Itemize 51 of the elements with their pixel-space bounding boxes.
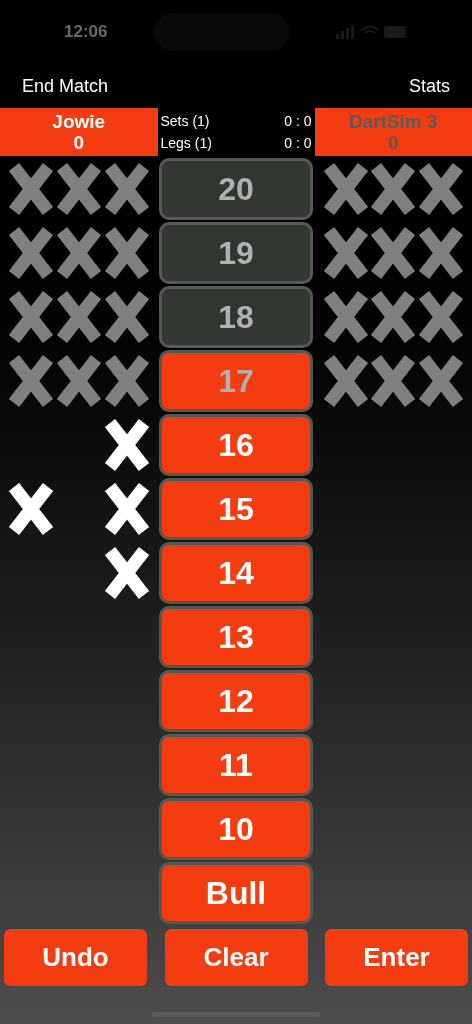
player-name: DartSim 3 bbox=[348, 111, 438, 132]
cross-mark-icon bbox=[103, 225, 150, 281]
status-time: 12:06 bbox=[64, 21, 108, 44]
cross-mark-icon bbox=[322, 353, 369, 409]
action-button[interactable]: Enter bbox=[325, 929, 468, 986]
cross-mark-icon bbox=[55, 289, 102, 345]
cross-mark-icon bbox=[8, 289, 54, 345]
cross-mark-icon bbox=[55, 161, 102, 217]
cross-mark-icon bbox=[8, 353, 54, 409]
target-number-button[interactable]: 12 bbox=[159, 670, 313, 732]
cross-mark-icon bbox=[103, 353, 150, 409]
cross-mark-icon bbox=[370, 161, 417, 217]
cross-mark-icon bbox=[103, 289, 150, 345]
cross-mark-icon bbox=[8, 161, 54, 217]
cross-mark-icon bbox=[322, 161, 369, 217]
cross-mark-icon bbox=[418, 225, 464, 281]
cross-mark-icon bbox=[8, 481, 54, 537]
match-format-label: Legs (1) bbox=[160, 134, 212, 152]
action-button[interactable]: Undo bbox=[4, 929, 147, 986]
player-score: 0 bbox=[387, 132, 399, 153]
status-icons-drawing bbox=[336, 25, 408, 39]
target-number-button[interactable]: 15 bbox=[159, 478, 313, 540]
cross-mark-icon bbox=[103, 417, 150, 473]
cross-mark-icon bbox=[322, 289, 369, 345]
cross-mark-icon bbox=[418, 289, 464, 345]
cross-mark-icon bbox=[370, 225, 417, 281]
stats-button[interactable]: Stats bbox=[408, 72, 450, 100]
match-score: 0 : 0 bbox=[284, 134, 312, 152]
target-number-button[interactable]: 13 bbox=[159, 606, 313, 668]
cross-mark-icon bbox=[322, 225, 369, 281]
target-number-button[interactable]: 10 bbox=[159, 798, 313, 860]
cross-mark-icon bbox=[103, 545, 150, 601]
action-button[interactable]: Clear bbox=[164, 929, 308, 986]
cross-mark-icon bbox=[103, 481, 150, 537]
cross-mark-icon bbox=[370, 289, 417, 345]
cross-mark-icon bbox=[418, 353, 464, 409]
target-number-button[interactable]: 11 bbox=[159, 734, 313, 796]
target-number-button[interactable]: 16 bbox=[159, 414, 313, 476]
player-name: Jowie bbox=[52, 111, 106, 132]
player-score: 0 bbox=[73, 132, 85, 153]
cross-mark-icon bbox=[55, 225, 102, 281]
cross-mark-icon bbox=[418, 161, 464, 217]
cross-mark-icon bbox=[103, 161, 150, 217]
target-number-button[interactable]: Bull bbox=[159, 862, 313, 924]
end-match-button[interactable]: End Match bbox=[22, 72, 109, 100]
match-format-label: Sets (1) bbox=[160, 112, 210, 130]
cross-mark-icon bbox=[8, 225, 54, 281]
cross-mark-icon bbox=[55, 353, 102, 409]
cross-mark-icon bbox=[370, 353, 417, 409]
target-number-button[interactable]: 14 bbox=[159, 542, 313, 604]
match-score: 0 : 0 bbox=[284, 112, 312, 130]
